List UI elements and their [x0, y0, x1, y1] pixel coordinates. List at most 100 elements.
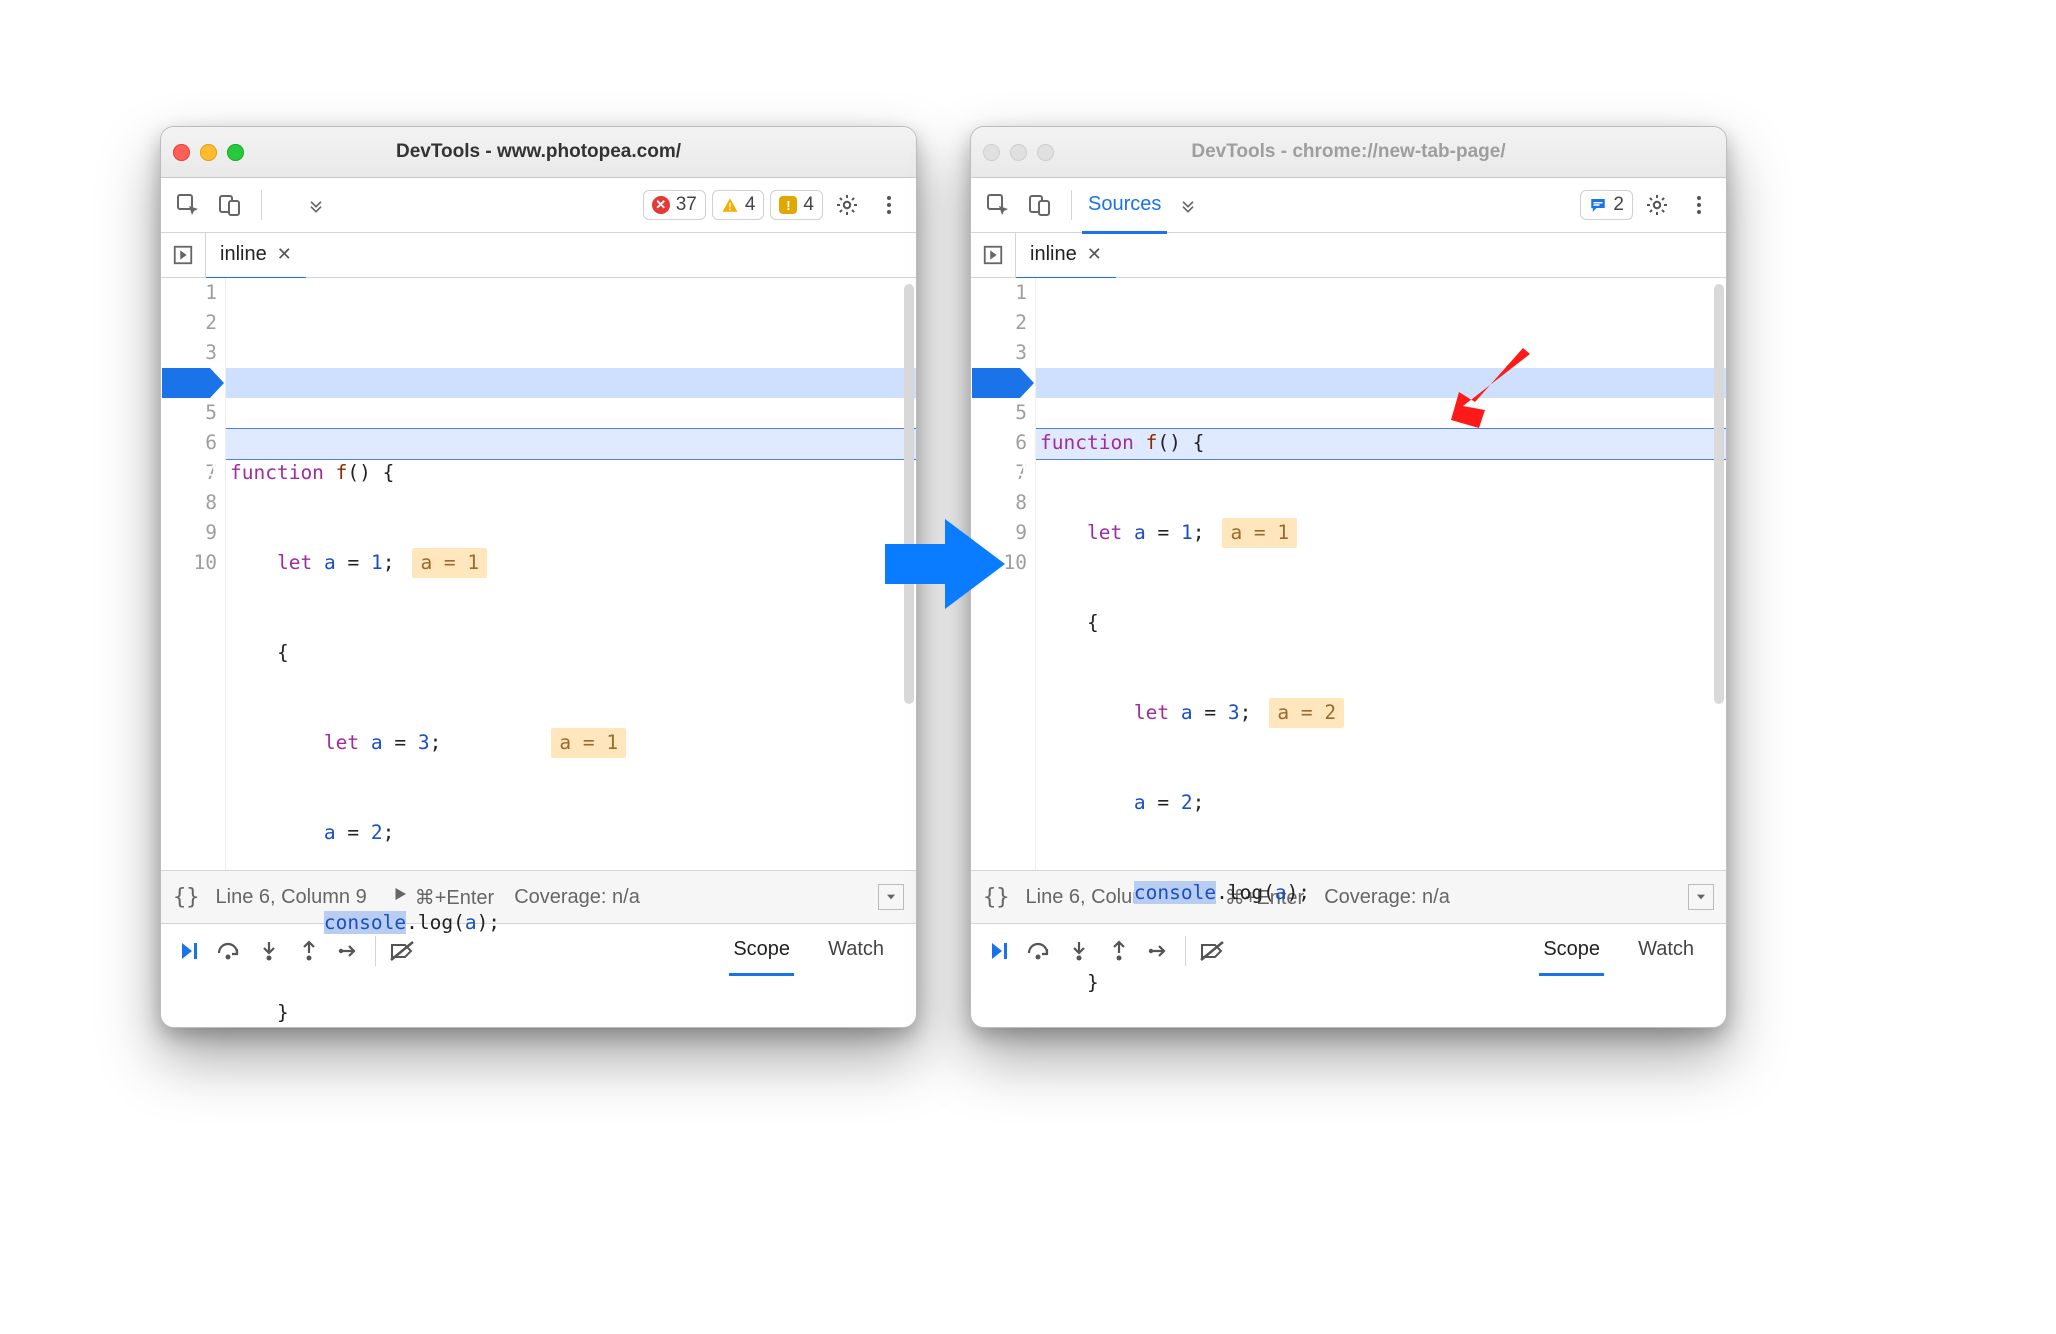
code-line-5: a = 2; [230, 818, 916, 848]
issues-count: 4 [803, 194, 814, 216]
messages-badge[interactable]: 2 [1580, 190, 1633, 220]
window-title: DevTools - chrome://new-tab-page/ [971, 141, 1726, 163]
close-window-button[interactable] [983, 144, 1000, 161]
code-line-1: function f() { [1040, 428, 1726, 458]
message-icon [1589, 196, 1607, 214]
toolbar-separator [261, 190, 262, 220]
code-area[interactable]: 4 function f() { let a = 1;a = 1 { let a… [1036, 278, 1726, 870]
navigator-toggle-icon[interactable] [971, 233, 1016, 277]
line-number: 1 [161, 278, 217, 308]
close-tab-icon[interactable]: ✕ [1087, 244, 1102, 265]
titlebar: DevTools - www.photopea.com/ [161, 127, 916, 178]
titlebar: DevTools - chrome://new-tab-page/ [971, 127, 1726, 178]
device-toolbar-icon[interactable] [213, 188, 247, 222]
inline-value-hint: a = 2 [1269, 698, 1344, 728]
line-number: 1 [971, 278, 1027, 308]
resume-icon[interactable] [979, 939, 1019, 963]
braces-icon[interactable]: {} [983, 885, 1010, 910]
code-editor[interactable]: 1 2 3 4 5 6 7 8 9 10 4 function f() { le… [971, 278, 1726, 871]
warning-icon [721, 196, 739, 214]
code-editor[interactable]: 1 2 3 4 5 6 7 8 9 10 4 function f() { [161, 278, 916, 871]
line-number: 6 [971, 428, 1027, 458]
warnings-badge[interactable]: 4 [712, 190, 765, 220]
kebab-menu-icon[interactable] [1682, 188, 1716, 222]
code-line-6: console.log(a); [1040, 878, 1726, 908]
code-area[interactable]: 4 function f() { let a = 1;a = 1 { let a… [226, 278, 916, 870]
minimize-window-button[interactable] [1010, 144, 1027, 161]
line-number: 5 [971, 398, 1027, 428]
file-tabstrip: inline ✕ [161, 233, 916, 278]
file-tab-label: inline [220, 243, 267, 266]
line-number: 9 [161, 518, 217, 548]
zoom-window-button[interactable] [1037, 144, 1054, 161]
line-number: 8 [161, 488, 217, 518]
more-tabs-icon[interactable] [299, 188, 333, 222]
main-toolbar: Sources 2 [971, 178, 1726, 233]
sources-tab[interactable]: Sources [1082, 177, 1167, 234]
settings-icon[interactable] [1640, 188, 1674, 222]
code-line-2: let a = 1;a = 1 [1040, 518, 1726, 548]
inspect-element-icon[interactable] [981, 188, 1015, 222]
line-number: 2 [161, 308, 217, 338]
inline-value-hint: a = 1 [551, 728, 626, 758]
issue-icon: ! [779, 196, 797, 214]
device-toolbar-icon[interactable] [1023, 188, 1057, 222]
code-line-2: let a = 1;a = 1 [230, 548, 916, 578]
minimize-window-button[interactable] [200, 144, 217, 161]
code-line-4: let a = 3;a = 1 [230, 728, 916, 758]
line-number: 3 [971, 338, 1027, 368]
more-tabs-icon[interactable] [1171, 188, 1205, 222]
editor-scrollbar[interactable] [904, 284, 914, 704]
warnings-count: 4 [745, 194, 756, 216]
inspect-element-icon[interactable] [171, 188, 205, 222]
errors-badge[interactable]: ✕ 37 [643, 190, 706, 220]
code-line-1: function f() { [230, 458, 916, 488]
braces-icon[interactable]: {} [173, 885, 200, 910]
resume-icon[interactable] [169, 939, 209, 963]
zoom-window-button[interactable] [227, 144, 244, 161]
settings-icon[interactable] [830, 188, 864, 222]
file-tabstrip: inline ✕ [971, 233, 1726, 278]
file-tab-label: inline [1030, 243, 1077, 266]
code-line-4: let a = 3;a = 2 [1040, 698, 1726, 728]
kebab-menu-icon[interactable] [872, 188, 906, 222]
execution-pointer-icon [972, 368, 1036, 398]
devtools-window-right: DevTools - chrome://new-tab-page/ Source… [970, 126, 1727, 1028]
inline-value-hint: a = 1 [1222, 518, 1297, 548]
file-tab-inline[interactable]: inline ✕ [206, 233, 306, 280]
close-window-button[interactable] [173, 144, 190, 161]
code-line-6: console.log(a); [230, 908, 916, 938]
code-line-3: { [1040, 608, 1726, 638]
current-line-highlight [226, 428, 916, 460]
code-line-7: } [230, 998, 916, 1028]
execution-line-number: 4 [980, 458, 1028, 488]
execution-highlight: 4 [1036, 368, 1726, 398]
issues-badge[interactable]: ! 4 [770, 190, 823, 220]
execution-highlight: 4 [226, 368, 916, 398]
messages-count: 2 [1613, 194, 1624, 216]
code-line-3: { [230, 638, 916, 668]
window-controls [173, 144, 244, 161]
close-tab-icon[interactable]: ✕ [277, 244, 292, 265]
code-line-7: } [1040, 968, 1726, 998]
window-controls [983, 144, 1054, 161]
execution-pointer-icon [162, 368, 226, 398]
devtools-window-left: DevTools - www.photopea.com/ _ ✕ 37 [160, 126, 917, 1028]
inline-value-hint: a = 1 [412, 548, 487, 578]
file-tab-inline[interactable]: inline ✕ [1016, 233, 1116, 280]
errors-count: 37 [676, 194, 697, 216]
callout-arrow-icon [1445, 348, 1535, 433]
navigator-toggle-icon[interactable] [161, 233, 206, 277]
error-icon: ✕ [652, 196, 670, 214]
line-number: 10 [161, 548, 217, 578]
line-gutter: 1 2 3 4 5 6 7 8 9 10 [161, 278, 226, 870]
main-toolbar: _ ✕ 37 4 ! 4 [161, 178, 916, 233]
line-number: 5 [161, 398, 217, 428]
editor-scrollbar[interactable] [1714, 284, 1724, 704]
window-title: DevTools - www.photopea.com/ [161, 141, 916, 163]
toolbar-separator [1071, 190, 1072, 220]
line-number: 2 [971, 308, 1027, 338]
transition-arrow-icon [880, 504, 1010, 624]
code-line-5: a = 2; [1040, 788, 1726, 818]
line-number: 6 [161, 428, 217, 458]
